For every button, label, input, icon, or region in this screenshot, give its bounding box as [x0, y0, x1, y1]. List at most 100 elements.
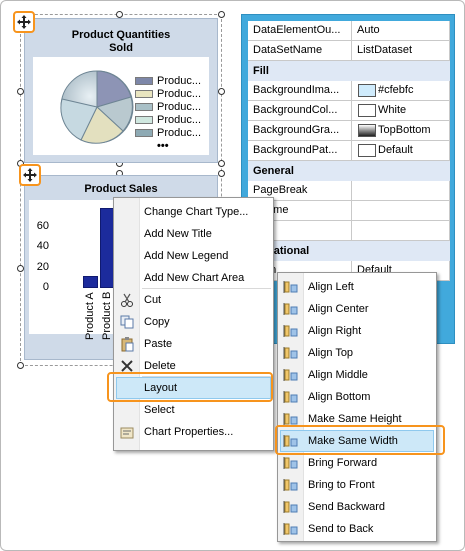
- property-name: BackgroundIma...: [248, 81, 352, 101]
- menu-item-bring-forward[interactable]: Bring Forward: [278, 452, 436, 474]
- chart-title: Product Quantities Sold: [71, 29, 171, 54]
- move-handle-icon[interactable]: [13, 11, 35, 33]
- legend-swatch: [135, 129, 153, 137]
- align-top-icon: [283, 345, 299, 361]
- property-value[interactable]: White: [352, 101, 450, 121]
- menu-item-align-top[interactable]: Align Top: [278, 342, 436, 364]
- legend-item: Produc...: [135, 114, 215, 126]
- menu-item-label: Bring to Front: [308, 479, 375, 491]
- property-value[interactable]: Auto: [352, 21, 450, 41]
- pie-chart-product-quantities[interactable]: Product Quantities Sold Produc... Produc…: [24, 18, 218, 163]
- menu-item-cut[interactable]: Cut: [114, 289, 273, 311]
- copy-icon: [119, 314, 135, 330]
- property-value-text: Default: [378, 144, 413, 156]
- legend-swatch: [135, 77, 153, 85]
- move-handle-icon[interactable]: [19, 164, 41, 186]
- menu-item-align-left[interactable]: Align Left: [278, 276, 436, 298]
- property-row[interactable]: DataElementOu... Auto: [248, 21, 450, 41]
- resize-handle[interactable]: [116, 11, 123, 18]
- resize-handle[interactable]: [218, 88, 225, 95]
- align-center-icon: [283, 301, 299, 317]
- menu-item-send-to-back[interactable]: Send to Back: [278, 518, 436, 540]
- property-row[interactable]: DataSetName ListDataset: [248, 41, 450, 61]
- menu-item-label: Send Backward: [308, 501, 386, 513]
- menu-item-label: Align Left: [308, 281, 354, 293]
- property-name: BackgroundPat...: [248, 141, 352, 161]
- menu-item-label: Align Right: [308, 325, 362, 337]
- menu-item-add-new-chart-area[interactable]: Add New Chart Area: [114, 267, 273, 289]
- menu-item-align-middle[interactable]: Align Middle: [278, 364, 436, 386]
- menu-item-change-chart-type[interactable]: Change Chart Type...: [114, 201, 273, 223]
- send-to-back-icon: [283, 521, 299, 537]
- property-value[interactable]: #cfebfc: [352, 81, 450, 101]
- property-category[interactable]: Fill: [248, 61, 450, 81]
- resize-handle[interactable]: [218, 11, 225, 18]
- property-category[interactable]: ternational: [248, 241, 450, 261]
- x-tick-label: Product A: [84, 292, 96, 340]
- property-row[interactable]: Tip: [248, 221, 450, 241]
- align-bottom-icon: [283, 389, 299, 405]
- menu-item-chart-properties[interactable]: Chart Properties...: [114, 421, 273, 443]
- menu-item-align-center[interactable]: Align Center: [278, 298, 436, 320]
- menu-item-label: Add New Chart Area: [144, 272, 245, 284]
- legend-swatch: [135, 116, 153, 124]
- property-value[interactable]: TopBottom: [352, 121, 450, 141]
- legend-item: Produc...: [135, 101, 215, 113]
- chart-title: Product Sales: [84, 183, 158, 195]
- y-tick-label: 60: [36, 219, 49, 232]
- menu-item-align-right[interactable]: Align Right: [278, 320, 436, 342]
- color-swatch: [358, 84, 376, 97]
- property-name: DataElementOu...: [248, 21, 352, 41]
- property-value[interactable]: [352, 181, 450, 201]
- menu-item-add-new-legend[interactable]: Add New Legend: [114, 245, 273, 267]
- property-row[interactable]: BackgroundIma... #cfebfc: [248, 81, 450, 101]
- property-value[interactable]: [352, 201, 450, 221]
- property-row[interactable]: BackgroundPat... Default: [248, 141, 450, 161]
- x-tick-label: Product B: [101, 291, 113, 340]
- property-row[interactable]: BackgroundCol... White: [248, 101, 450, 121]
- context-menu[interactable]: Change Chart Type... Add New Title Add New…: [113, 197, 274, 451]
- property-category[interactable]: General: [248, 161, 450, 181]
- menu-item-select[interactable]: Select: [114, 399, 273, 421]
- property-row[interactable]: PageBreak: [248, 181, 450, 201]
- resize-handle[interactable]: [218, 170, 225, 177]
- resize-handle[interactable]: [17, 88, 24, 95]
- menu-item-send-backward[interactable]: Send Backward: [278, 496, 436, 518]
- make-same-width-callout: [275, 425, 445, 455]
- menu-item-align-bottom[interactable]: Align Bottom: [278, 386, 436, 408]
- layout-submenu[interactable]: Align Left Align Center Align Right Align T…: [277, 272, 437, 542]
- menu-item-label: Copy: [144, 316, 170, 328]
- menu-item-label: Add New Title: [144, 228, 212, 240]
- property-value[interactable]: ListDataset: [352, 41, 450, 61]
- bring-forward-icon: [283, 455, 299, 471]
- send-backward-icon: [283, 499, 299, 515]
- menu-item-paste[interactable]: Paste: [114, 333, 273, 355]
- menu-item-copy[interactable]: Copy: [114, 311, 273, 333]
- property-name: BackgroundGra...: [248, 121, 352, 141]
- menu-item-bring-to-front[interactable]: Bring to Front: [278, 474, 436, 496]
- layout-item-callout: [107, 372, 273, 402]
- menu-item-label: Paste: [144, 338, 173, 350]
- menu-item-label: Select: [144, 404, 175, 416]
- y-tick-label: 40: [36, 240, 49, 252]
- property-value-text: TopBottom: [378, 124, 431, 136]
- property-value[interactable]: Default: [352, 141, 450, 161]
- property-value[interactable]: [352, 221, 450, 241]
- legend-swatch: [135, 90, 153, 98]
- property-name: BackgroundCol...: [248, 101, 352, 121]
- property-value-text: White: [378, 104, 407, 116]
- legend-more-indicator: •••: [157, 140, 169, 152]
- menu-item-label: Align Center: [308, 303, 369, 315]
- legend-item: Produc...: [135, 127, 215, 139]
- resize-handle[interactable]: [218, 160, 225, 167]
- pie-graphic: [60, 70, 134, 144]
- property-row[interactable]: BackgroundGra... TopBottom: [248, 121, 450, 141]
- property-row[interactable]: eName: [248, 201, 450, 221]
- color-swatch: [358, 124, 376, 137]
- bring-to-front-icon: [283, 477, 299, 493]
- legend-item: Produc...: [135, 75, 215, 87]
- resize-handle[interactable]: [17, 362, 24, 369]
- resize-handle[interactable]: [17, 265, 24, 272]
- legend-item: Produc...: [135, 88, 215, 100]
- menu-item-add-new-title[interactable]: Add New Title: [114, 223, 273, 245]
